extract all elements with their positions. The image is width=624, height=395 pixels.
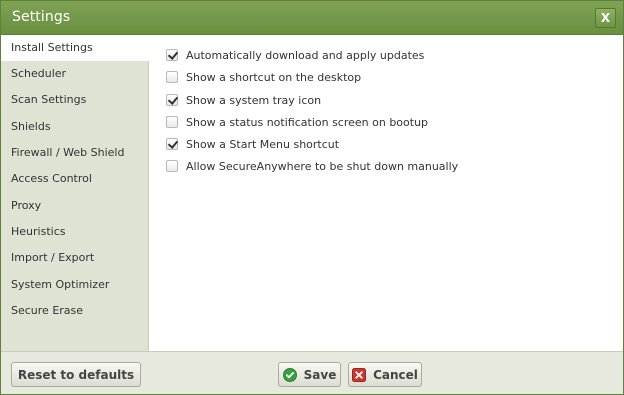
allow-shutdown-checkbox[interactable]	[166, 160, 178, 172]
option-label: Allow SecureAnywhere to be shut down man…	[186, 159, 459, 173]
sidebar-item-scan-settings[interactable]: Scan Settings	[1, 87, 149, 113]
option-label: Automatically download and apply updates	[186, 48, 425, 62]
green-check-circle-icon	[282, 367, 297, 382]
cancel-button-label: Cancel	[373, 367, 418, 382]
red-x-square-icon	[352, 367, 367, 382]
cancel-button[interactable]: Cancel	[348, 362, 422, 387]
desktop-shortcut-checkbox[interactable]	[166, 71, 178, 83]
sidebar-item-shields[interactable]: Shields	[1, 114, 149, 140]
option-auto-update: Automatically download and apply updates	[166, 47, 424, 63]
boot-notification-checkbox[interactable]	[166, 116, 178, 128]
settings-panel: Automatically download and apply updates…	[150, 35, 623, 351]
option-label: Show a shortcut on the desktop	[186, 70, 362, 84]
option-label: Show a Start Menu shortcut	[186, 137, 340, 151]
option-label: Show a system tray icon	[186, 93, 322, 107]
settings-window: Settings X Install Settings Scheduler Sc…	[0, 0, 624, 395]
sidebar-item-import-export[interactable]: Import / Export	[1, 245, 149, 271]
option-desktop-shortcut: Show a shortcut on the desktop	[166, 69, 361, 85]
footer-bar: Reset to defaults Save Cancel	[1, 351, 623, 394]
window-title: Settings	[12, 9, 71, 25]
auto-update-checkbox[interactable]	[166, 49, 178, 61]
start-menu-shortcut-checkbox[interactable]	[166, 138, 178, 150]
sidebar-item-access-control[interactable]: Access Control	[1, 166, 149, 192]
sidebar-item-secure-erase[interactable]: Secure Erase	[1, 298, 149, 324]
title-bar: Settings X	[1, 1, 623, 35]
sidebar-item-proxy[interactable]: Proxy	[1, 193, 149, 219]
sidebar-item-system-optimizer[interactable]: System Optimizer	[1, 272, 149, 298]
reset-button-label: Reset to defaults	[17, 367, 135, 382]
save-button[interactable]: Save	[278, 362, 341, 387]
save-button-label: Save	[303, 367, 337, 382]
sidebar-item-scheduler[interactable]: Scheduler	[1, 61, 149, 87]
sidebar-item-heuristics[interactable]: Heuristics	[1, 219, 149, 245]
option-tray-icon: Show a system tray icon	[166, 92, 321, 108]
option-label: Show a status notification screen on boo…	[186, 115, 429, 129]
sidebar-item-install-settings[interactable]: Install Settings	[1, 35, 150, 61]
sidebar-nav: Install Settings Scheduler Scan Settings…	[1, 35, 150, 351]
option-boot-notification: Show a status notification screen on boo…	[166, 114, 428, 130]
tray-icon-checkbox[interactable]	[166, 94, 178, 106]
reset-to-defaults-button[interactable]: Reset to defaults	[11, 362, 141, 387]
option-start-menu-shortcut: Show a Start Menu shortcut	[166, 136, 339, 152]
close-button[interactable]: X	[595, 8, 616, 28]
option-allow-shutdown: Allow SecureAnywhere to be shut down man…	[166, 158, 458, 174]
sidebar-item-firewall-web-shield[interactable]: Firewall / Web Shield	[1, 140, 149, 166]
